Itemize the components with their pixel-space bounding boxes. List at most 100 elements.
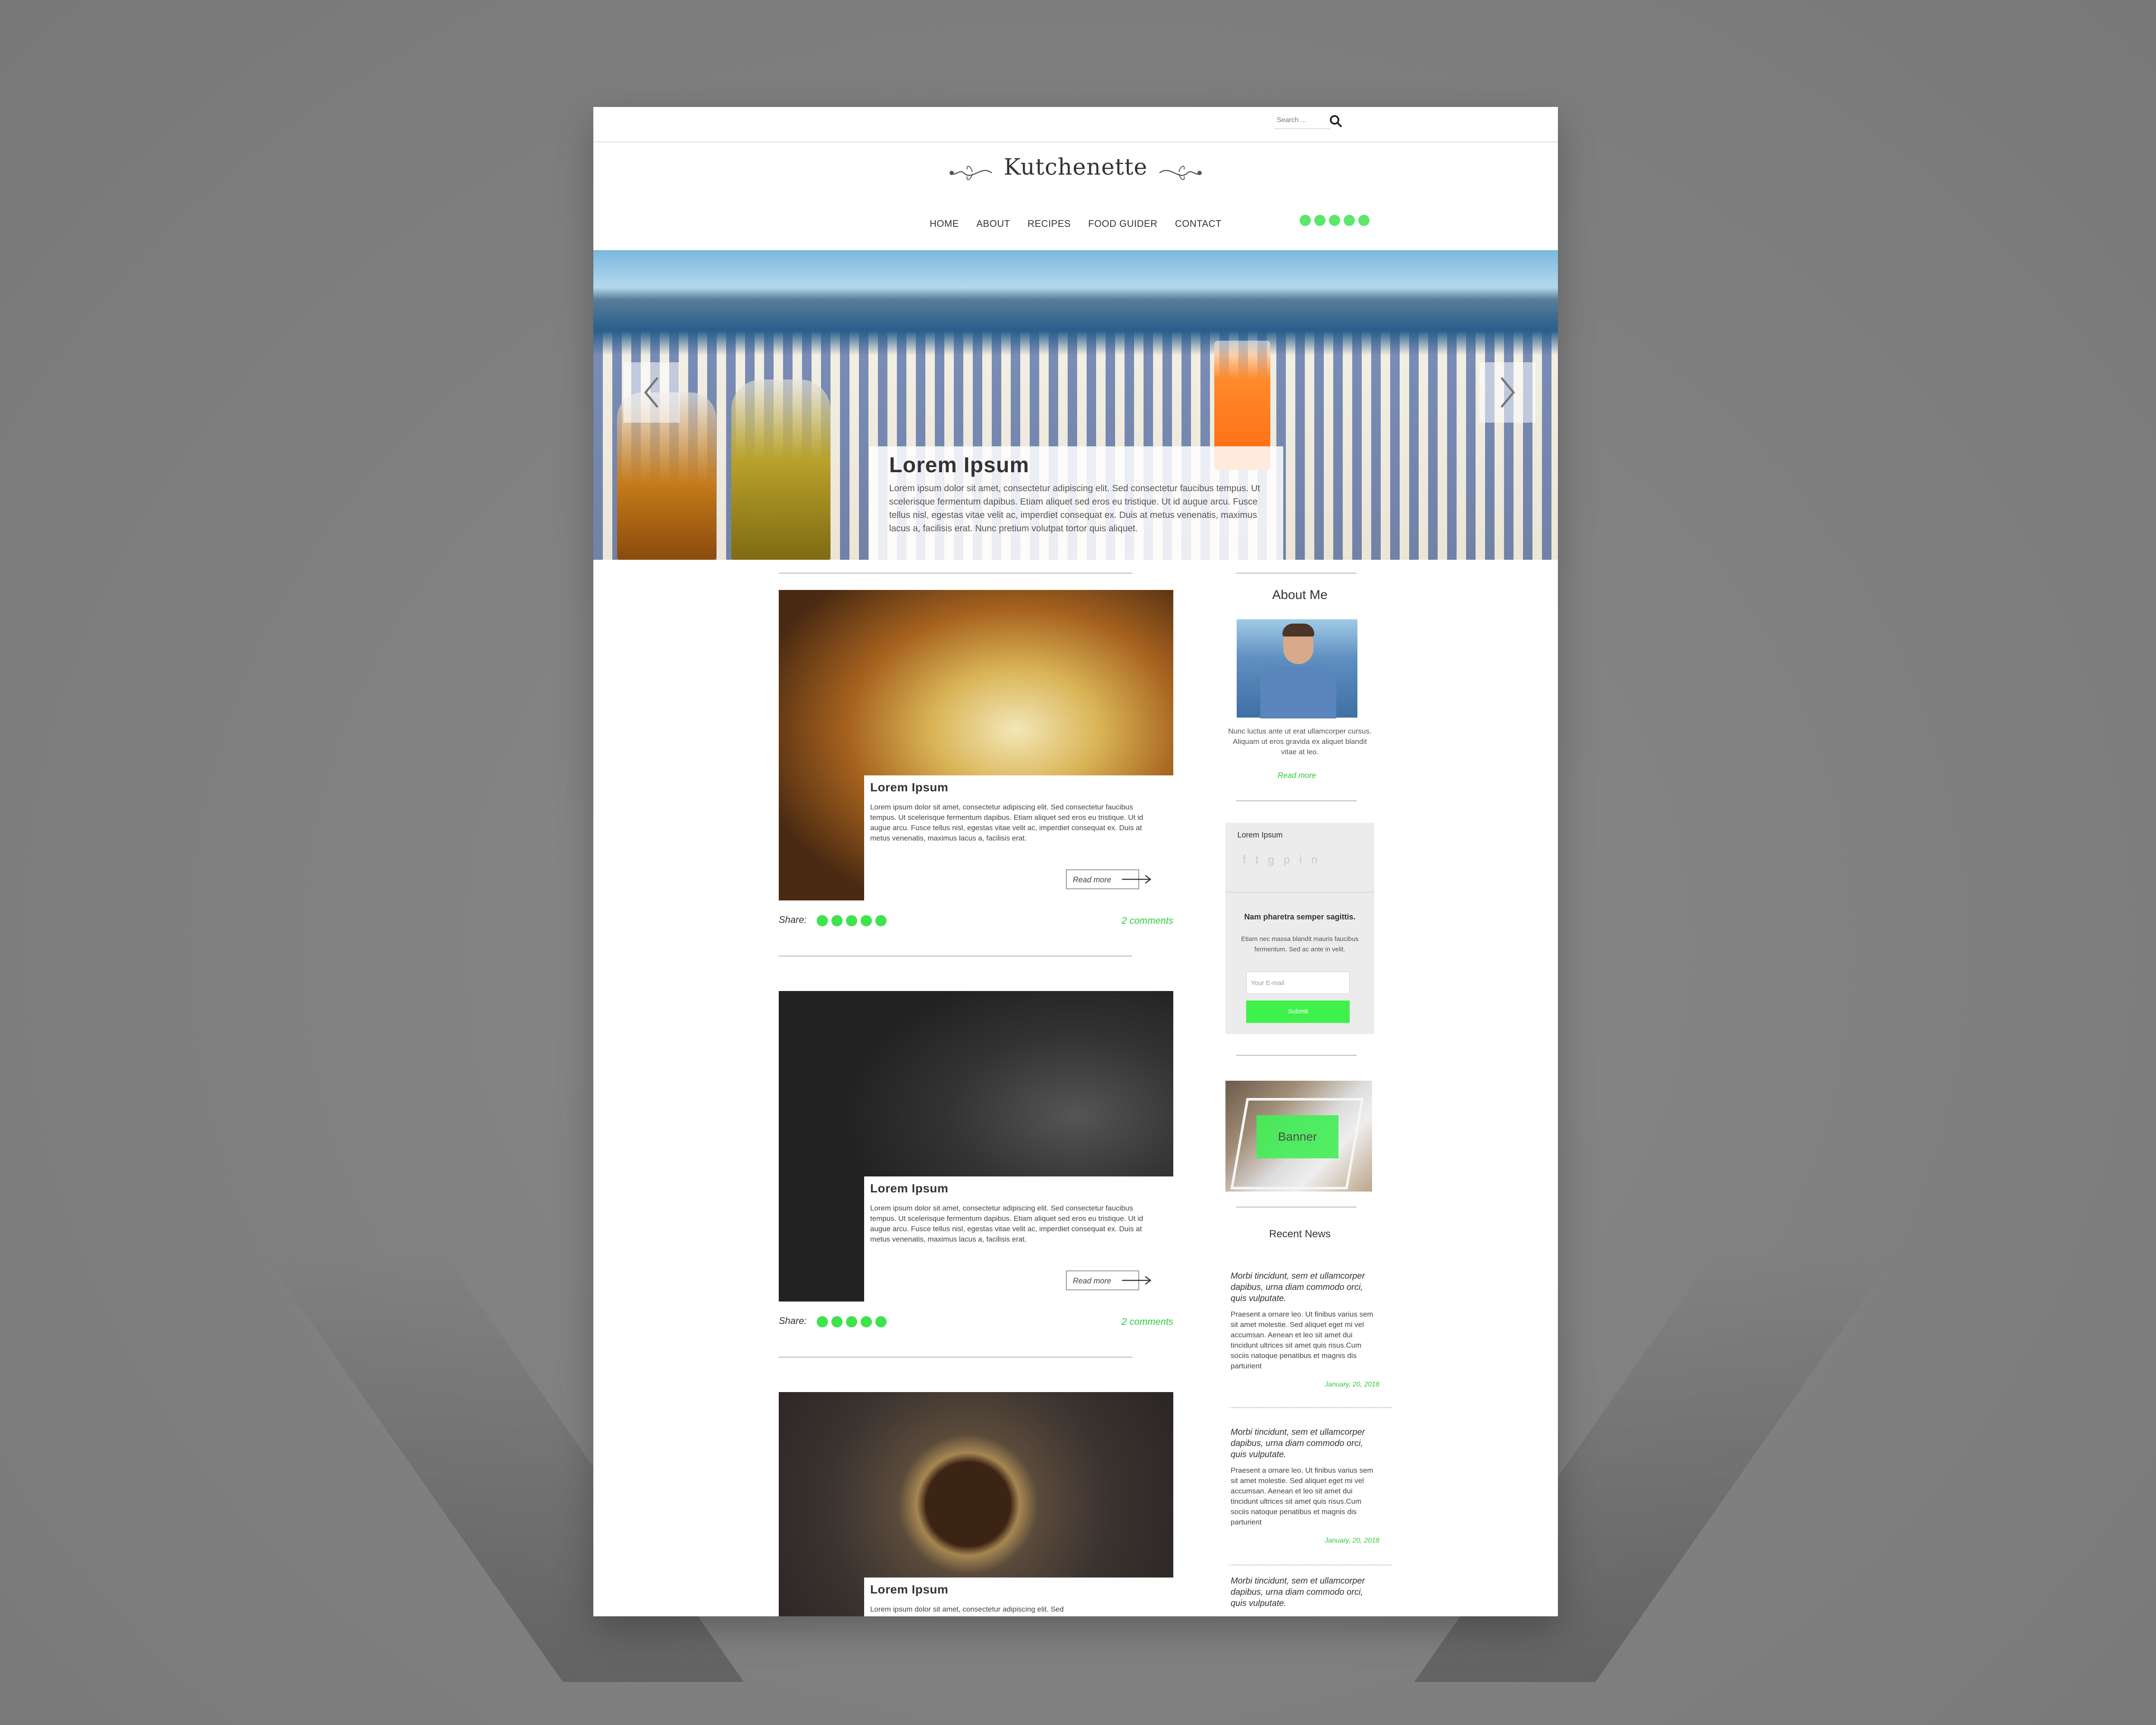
share-row: Share: 2 comments — [779, 1314, 1173, 1330]
chevron-right-icon — [1501, 377, 1515, 408]
google-plus-icon[interactable] — [1329, 215, 1340, 226]
twitter-icon[interactable] — [831, 915, 843, 926]
email-field[interactable]: Your E-mail — [1246, 972, 1350, 994]
main-nav: HOME ABOUT RECIPES FOOD GUIDER CONTACT — [593, 218, 1558, 229]
google-plus-icon[interactable] — [846, 1316, 857, 1327]
avatar-shirt — [1260, 667, 1336, 718]
search-input[interactable]: Search ... — [1277, 116, 1306, 124]
about-title: About Me — [1272, 588, 1328, 602]
divider — [779, 956, 1132, 957]
facebook-icon[interactable]: f — [1243, 853, 1255, 866]
site-name: Kutchenette — [1003, 154, 1148, 180]
news-title[interactable]: Morbi tincidunt, sem et ullamcorper dapi… — [1231, 1270, 1379, 1304]
post-excerpt: Lorem Ipsum Lorem ipsum dolor sit amet, … — [864, 1176, 1173, 1302]
arrow-right-icon — [1122, 1276, 1152, 1285]
twitter-icon[interactable] — [1314, 215, 1326, 226]
divider — [1236, 573, 1357, 574]
left-flourish-icon — [950, 166, 993, 180]
pinterest-icon[interactable] — [861, 1316, 872, 1327]
post-card: Lorem Ipsum Lorem ipsum dolor sit amet, … — [779, 991, 1173, 1332]
post-text: Lorem ipsum dolor sit amet, consectetur … — [870, 1204, 1144, 1243]
hero-slider: Lorem Ipsum Lorem ipsum dolor sit amet, … — [593, 250, 1558, 560]
linkedin-icon[interactable] — [1358, 215, 1369, 226]
post-text: Lorem ipsum dolor sit amet, consectetur … — [870, 803, 1144, 842]
divider — [1236, 800, 1357, 801]
news-item[interactable]: Morbi tincidunt, sem et ullamcorper dapi… — [1231, 1270, 1379, 1389]
twitter-icon[interactable] — [831, 1316, 843, 1327]
nav-about[interactable]: ABOUT — [976, 218, 1010, 229]
share-row: Share: 2 comments — [779, 913, 1173, 929]
comments-link[interactable]: 2 comments — [1122, 915, 1173, 926]
news-title[interactable]: Morbi tincidunt, sem et ullamcorper dapi… — [1231, 1575, 1379, 1609]
website-mockup: Search ... Kutchenette HOME ABOUT RECIPE… — [593, 107, 1558, 1616]
comments-link[interactable]: 2 comments — [1122, 1316, 1173, 1327]
header-social-icons — [1300, 215, 1373, 226]
divider — [1236, 1055, 1357, 1056]
recent-news-title: Recent News — [1269, 1228, 1331, 1240]
hero-caption: Lorem Ipsum Lorem ipsum dolor sit amet, … — [869, 446, 1283, 560]
share-icons — [817, 915, 890, 928]
facebook-icon[interactable] — [817, 1316, 828, 1327]
nav-recipes[interactable]: RECIPES — [1028, 218, 1071, 229]
share-label: Share: — [779, 1315, 807, 1326]
news-body: Praesent a ornare leo. Ut finibus varius… — [1231, 1466, 1373, 1526]
subscribe-divider — [1225, 892, 1374, 893]
google-plus-icon[interactable]: g — [1268, 853, 1283, 866]
about-read-more-link[interactable]: Read more — [1278, 771, 1316, 780]
site-logo[interactable]: Kutchenette — [593, 154, 1558, 186]
subscribe-text: Etiam nec massa blandit mauris faucibus … — [1241, 935, 1359, 953]
nav-food-guider[interactable]: FOOD GUIDER — [1088, 218, 1158, 229]
news-item[interactable]: Morbi tincidunt, sem et ullamcorper dapi… — [1231, 1427, 1379, 1545]
linkedin-icon[interactable] — [875, 915, 887, 926]
post-title[interactable]: Lorem Ipsum — [870, 781, 1167, 794]
nav-home[interactable]: HOME — [930, 218, 959, 229]
divider — [779, 1357, 1132, 1358]
about-avatar[interactable] — [1237, 619, 1357, 718]
google-plus-icon[interactable] — [846, 915, 857, 926]
facebook-icon[interactable] — [1300, 215, 1311, 226]
linkedin-icon[interactable]: in — [1299, 853, 1327, 866]
post-title[interactable]: Lorem Ipsum — [870, 1583, 1167, 1596]
submit-button[interactable]: Submit — [1246, 1000, 1350, 1023]
avatar-hair — [1282, 624, 1314, 637]
post-card: Lorem Ipsum Lorem ipsum dolor sit amet, … — [779, 1392, 1173, 1616]
news-item[interactable]: Morbi tincidunt, sem et ullamcorper dapi… — [1231, 1575, 1379, 1609]
news-body: Praesent a ornare leo. Ut finibus varius… — [1231, 1310, 1373, 1370]
subscribe-widget: Lorem Ipsum ftgpin Nam pharetra semper s… — [1225, 823, 1374, 1034]
search-icon[interactable] — [1329, 114, 1343, 131]
post-text: Lorem ipsum dolor sit amet, consectetur … — [870, 1605, 1064, 1613]
slider-prev-button[interactable] — [624, 362, 680, 423]
news-date: January, 20, 2018 — [1325, 1537, 1379, 1544]
subscribe-social-icons: ftgpin — [1243, 853, 1327, 866]
news-title[interactable]: Morbi tincidunt, sem et ullamcorper dapi… — [1231, 1427, 1379, 1460]
arrow-right-icon — [1122, 875, 1152, 884]
post-title[interactable]: Lorem Ipsum — [870, 1182, 1167, 1195]
hero-oil-bottle — [731, 380, 830, 560]
pinterest-icon[interactable] — [861, 915, 872, 926]
divider — [1236, 1207, 1357, 1208]
hero-text: Lorem ipsum dolor sit amet, consectetur … — [889, 483, 1260, 533]
slider-next-button[interactable] — [1479, 362, 1536, 423]
post-card: Lorem Ipsum Lorem ipsum dolor sit amet, … — [779, 590, 1173, 931]
banner-ad[interactable]: Banner — [1225, 1081, 1372, 1192]
linkedin-icon[interactable] — [875, 1316, 887, 1327]
share-icons — [817, 1316, 890, 1330]
pinterest-icon[interactable]: p — [1284, 853, 1299, 866]
banner-label: Banner — [1257, 1115, 1338, 1158]
divider — [779, 573, 1132, 574]
facebook-icon[interactable] — [817, 915, 828, 926]
right-flourish-icon — [1159, 166, 1202, 180]
news-date: January, 20, 2018 — [1325, 1381, 1379, 1388]
twitter-icon[interactable]: t — [1255, 853, 1268, 866]
share-label: Share: — [779, 914, 807, 925]
nav-contact[interactable]: CONTACT — [1175, 218, 1222, 229]
chevron-left-icon — [644, 377, 658, 408]
subscribe-title: Lorem Ipsum — [1237, 831, 1283, 839]
hero-title: Lorem Ipsum — [889, 453, 1029, 477]
top-bar: Search ... — [593, 107, 1558, 142]
post-excerpt: Lorem Ipsum Lorem ipsum dolor sit amet, … — [864, 775, 1173, 900]
news-divider — [1230, 1407, 1391, 1408]
post-excerpt: Lorem Ipsum Lorem ipsum dolor sit amet, … — [864, 1578, 1173, 1616]
subscribe-heading: Nam pharetra semper sagittis. — [1244, 913, 1356, 921]
pinterest-icon[interactable] — [1344, 215, 1355, 226]
